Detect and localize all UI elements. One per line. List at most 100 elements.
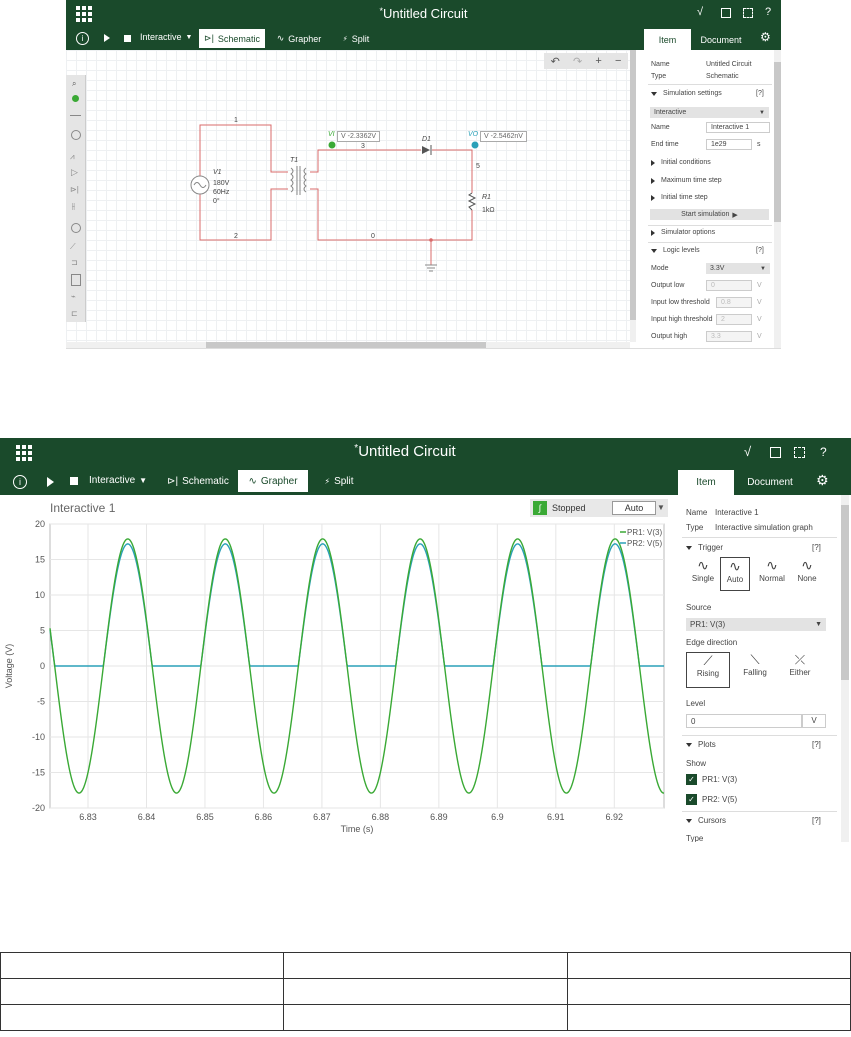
section-plots[interactable]: Plots (686, 740, 716, 749)
panel-scrollbar[interactable] (774, 50, 781, 348)
level-field[interactable]: 0 (686, 714, 802, 728)
help-link[interactable]: [?] (812, 816, 821, 825)
wave-view-icon: ∿ (276, 33, 285, 43)
start-simulation-button[interactable]: Start simulation ▶ (650, 209, 769, 220)
help-link[interactable]: [?] (812, 543, 821, 552)
checkbox-checked-icon[interactable]: ✓ (686, 774, 697, 785)
section-logic-levels[interactable]: Logic levels (651, 247, 700, 254)
gear-icon[interactable]: ⚙ (760, 30, 771, 44)
trigger-single[interactable]: ∿ Single (686, 557, 720, 591)
edge-either[interactable]: ⤫ Either (778, 652, 822, 688)
plot-item-pr2[interactable]: ✓ PR2: V(5) (686, 794, 737, 805)
tab-grapher[interactable]: ∿ Grapher (271, 29, 327, 48)
section-max-time-step[interactable]: Maximum time step (651, 177, 722, 184)
tab-document[interactable]: Document (691, 29, 751, 50)
trigger-none[interactable]: ∿ None (792, 557, 822, 591)
resistor-value: 1kΩ (482, 207, 495, 214)
mode-label: Interactive (89, 475, 136, 486)
mode-dropdown[interactable]: Interactive ▼ (140, 32, 192, 42)
info-icon[interactable]: i (13, 475, 27, 489)
table-cell (566, 1004, 851, 1031)
export-icon[interactable] (721, 8, 731, 18)
input-low-field[interactable]: 0.8 (716, 297, 752, 308)
help-link[interactable]: [?] (756, 247, 764, 254)
none-trigger-icon: ∿ (801, 557, 813, 573)
name-label: Name (686, 508, 708, 517)
help-icon[interactable]: ? (820, 445, 827, 459)
input-high-field[interactable]: 2 (716, 314, 752, 325)
output-high-field[interactable]: 3.3 (706, 331, 752, 342)
app-grid-icon[interactable] (16, 445, 32, 461)
canvas-scrollbar-horizontal[interactable] (66, 342, 630, 348)
section-trigger[interactable]: Trigger (686, 543, 723, 552)
split-view-icon: ⚡ (342, 35, 348, 43)
collapse-icon (651, 91, 657, 96)
probe-vo-name: VO (468, 131, 479, 138)
tab-schematic[interactable]: ⊳| Schematic (160, 470, 236, 492)
fullscreen-icon[interactable] (743, 8, 753, 18)
tab-grapher[interactable]: ∿ Grapher (238, 470, 308, 492)
y-tick-label: 20 (35, 519, 45, 529)
app-grid-icon[interactable] (76, 6, 92, 22)
tab-schematic-label: Schematic (182, 475, 229, 487)
tab-item[interactable]: Item (644, 29, 691, 50)
help-link[interactable]: [?] (812, 740, 821, 749)
simulation-mode-select[interactable]: Interactive ▼ (650, 107, 769, 118)
section-simulator-options[interactable]: Simulator options (651, 229, 715, 236)
edge-rising[interactable]: ⟋ Rising (686, 652, 730, 688)
diode-view-icon: ⊳| (167, 475, 179, 487)
gear-icon[interactable]: ⚙ (816, 472, 829, 489)
waveform-chart[interactable]: -20 -15 -10 -5 0 5 10 15 20 6.83 6.84 6.85 6.86 6.87 6… (0, 516, 670, 842)
tab-split[interactable]: ⚡ Split (313, 470, 365, 492)
end-time-field[interactable]: 1e29 (706, 139, 752, 150)
tab-document[interactable]: Document (734, 470, 806, 495)
edge-direction-label: Edge direction (686, 638, 738, 647)
output-low-field[interactable]: 0 (706, 280, 752, 291)
x-tick-label: 6.9 (491, 812, 504, 822)
section-cursors[interactable]: Cursors (686, 816, 726, 825)
mode-dropdown[interactable]: Interactive ▼ (89, 475, 147, 486)
panel-scrollbar[interactable] (841, 495, 849, 842)
chevron-down-icon[interactable]: ▼ (657, 503, 665, 512)
table-row (0, 978, 851, 1005)
logic-mode-select[interactable]: 3.3V ▼ (706, 263, 770, 274)
show-label: Show (686, 759, 707, 768)
edge-falling[interactable]: ⟍ Falling (733, 652, 777, 688)
source-phase: 0° (213, 198, 220, 205)
fullscreen-icon[interactable] (794, 447, 805, 458)
trigger-auto[interactable]: ∿ Auto (720, 557, 750, 591)
sim-name-field[interactable]: Interactive 1 (706, 122, 770, 133)
export-icon[interactable] (770, 447, 781, 458)
sqrt-tools-icon[interactable]: √ (697, 6, 703, 18)
schematic-window: *Untitled Circuit √ ? i Interactive ▼ ⊳| S… (66, 0, 781, 349)
table-row (0, 952, 851, 979)
table-row (0, 1004, 851, 1031)
trigger-mode-select[interactable]: Auto (612, 501, 656, 515)
y-tick-label: 5 (40, 626, 45, 636)
play-icon[interactable] (104, 34, 110, 42)
tab-item[interactable]: Item (678, 470, 734, 495)
tab-split[interactable]: ⚡ Split (334, 29, 378, 48)
help-link[interactable]: [?] (756, 90, 764, 97)
plot-item-pr1[interactable]: ✓ PR1: V(3) (686, 774, 737, 785)
sqrt-tools-icon[interactable]: √ (744, 444, 751, 459)
tab-schematic[interactable]: ⊳| Schematic (199, 29, 265, 48)
info-icon[interactable]: i (76, 32, 89, 45)
section-initial-conditions[interactable]: Initial conditions (651, 159, 711, 166)
checkbox-checked-icon[interactable]: ✓ (686, 794, 697, 805)
chevron-down-icon: ▼ (139, 476, 148, 485)
section-initial-time-step[interactable]: Initial time step (651, 194, 708, 201)
app-header: *Untitled Circuit √ ? (66, 0, 781, 27)
play-icon[interactable] (47, 477, 54, 487)
canvas-scrollbar-vertical[interactable] (630, 50, 636, 342)
net-label-1: 1 (234, 117, 238, 124)
trigger-normal[interactable]: ∿ Normal (754, 557, 790, 591)
x-tick-label: 6.87 (313, 812, 331, 822)
window-title: *Untitled Circuit (250, 443, 560, 460)
section-simulation-settings[interactable]: Simulation settings (651, 90, 722, 97)
stop-icon[interactable] (124, 35, 131, 42)
source-select[interactable]: PR1: V(3) ▼ (686, 618, 826, 631)
help-icon[interactable]: ? (765, 6, 771, 18)
logic-mode-label: Mode (651, 265, 669, 272)
stop-icon[interactable] (70, 477, 78, 485)
